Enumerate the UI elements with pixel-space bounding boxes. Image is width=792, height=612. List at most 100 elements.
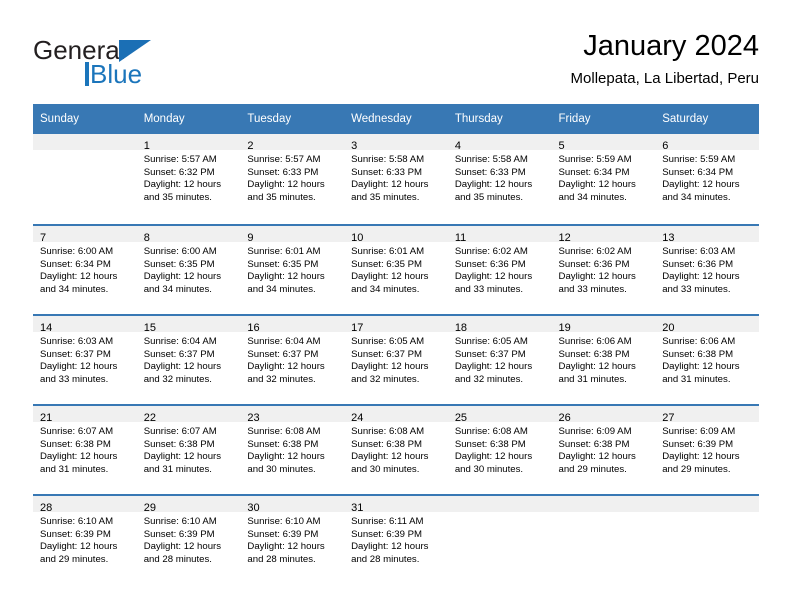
daylight-text-line2: and 34 minutes. bbox=[558, 191, 627, 203]
calendar-cell[interactable]: 23 Sunrise: 6:08 AM Sunset: 6:38 PM Dayligh… bbox=[240, 404, 345, 494]
calendar-cell[interactable]: 22 Sunrise: 6:07 AM Sunset: 6:38 PM Dayligh… bbox=[136, 404, 241, 494]
day-info: Sunrise: 6:10 AM Sunset: 6:39 PM Daylight:… bbox=[240, 512, 344, 566]
daylight-text-line1: Daylight: 12 hours bbox=[662, 451, 740, 463]
day-cell: 23 Sunrise: 6:08 AM Sunset: 6:38 PM Dayligh… bbox=[240, 404, 345, 494]
calendar-cell[interactable]: 15 Sunrise: 6:04 AM Sunset: 6:37 PM Dayligh… bbox=[136, 314, 241, 404]
calendar-cell[interactable]: 29 Sunrise: 6:10 AM Sunset: 6:39 PM Dayligh… bbox=[136, 494, 241, 584]
day-number-band: 23 bbox=[240, 406, 345, 424]
calendar-cell[interactable]: 17 Sunrise: 6:05 AM Sunset: 6:37 PM Dayligh… bbox=[344, 314, 448, 404]
sunrise-text: Sunrise: 6:09 AM bbox=[662, 426, 736, 437]
day-info: Sunrise: 6:00 AM Sunset: 6:34 PM Daylight:… bbox=[33, 242, 137, 296]
sunrise-text: Sunrise: 5:58 AM bbox=[351, 154, 425, 165]
weekday-header-wednesday: Wednesday bbox=[344, 104, 448, 134]
calendar-cell[interactable] bbox=[33, 134, 137, 224]
calendar-cell[interactable]: 21 Sunrise: 6:07 AM Sunset: 6:38 PM Dayligh… bbox=[33, 404, 137, 494]
sunset-text: Sunset: 6:38 PM bbox=[351, 438, 423, 450]
day-cell-empty bbox=[551, 494, 656, 584]
calendar-cell[interactable]: 1 Sunrise: 5:57 AM Sunset: 6:32 PM Daylight… bbox=[136, 134, 241, 224]
day-info: Sunrise: 6:02 AM Sunset: 6:36 PM Daylight:… bbox=[448, 242, 552, 296]
day-info: Sunrise: 6:03 AM Sunset: 6:37 PM Daylight:… bbox=[33, 332, 137, 386]
daylight-text-line1: Daylight: 12 hours bbox=[143, 271, 222, 283]
sunrise-text: Sunrise: 6:05 AM bbox=[454, 336, 528, 347]
day-number: 20 bbox=[662, 322, 675, 334]
day-number: 1 bbox=[143, 140, 150, 152]
daylight-text-line1: Daylight: 12 hours bbox=[662, 179, 740, 191]
day-cell: 1 Sunrise: 5:57 AM Sunset: 6:32 PM Daylight… bbox=[136, 134, 241, 224]
daylight-text-line1: Daylight: 12 hours bbox=[40, 451, 118, 463]
calendar-cell[interactable]: 12 Sunrise: 6:02 AM Sunset: 6:36 PM Dayligh… bbox=[551, 224, 656, 314]
daylight-text-line1: Daylight: 12 hours bbox=[40, 361, 118, 373]
calendar-cell[interactable] bbox=[447, 494, 552, 584]
day-cell: 5 Sunrise: 5:59 AM Sunset: 6:34 PM Daylight… bbox=[551, 134, 656, 224]
calendar-cell[interactable]: 8 Sunrise: 6:00 AM Sunset: 6:35 PM Daylight… bbox=[136, 224, 241, 314]
calendar-cell[interactable] bbox=[551, 494, 656, 584]
day-number-band: 13 bbox=[655, 226, 759, 244]
daylight-text-line1: Daylight: 12 hours bbox=[247, 541, 325, 553]
day-cell: 25 Sunrise: 6:08 AM Sunset: 6:38 PM Dayligh… bbox=[447, 404, 552, 494]
sunset-text: Sunset: 6:38 PM bbox=[143, 438, 215, 450]
sunrise-text: Sunrise: 5:59 AM bbox=[558, 154, 632, 165]
day-number-band: 4 bbox=[447, 134, 552, 152]
day-cell: 14 Sunrise: 6:03 AM Sunset: 6:37 PM Dayligh… bbox=[33, 314, 137, 404]
calendar-cell[interactable]: 3 Sunrise: 5:58 AM Sunset: 6:33 PM Daylight… bbox=[344, 134, 448, 224]
sunset-text: Sunset: 6:34 PM bbox=[662, 166, 734, 178]
day-cell: 18 Sunrise: 6:05 AM Sunset: 6:37 PM Dayligh… bbox=[447, 314, 552, 404]
calendar-cell[interactable]: 11 Sunrise: 6:02 AM Sunset: 6:36 PM Dayligh… bbox=[447, 224, 552, 314]
day-cell: 27 Sunrise: 6:09 AM Sunset: 6:39 PM Dayligh… bbox=[655, 404, 759, 494]
calendar-cell[interactable] bbox=[655, 494, 759, 584]
calendar-cell[interactable]: 31 Sunrise: 6:11 AM Sunset: 6:39 PM Dayligh… bbox=[344, 494, 448, 584]
calendar-cell[interactable]: 10 Sunrise: 6:01 AM Sunset: 6:35 PM Dayligh… bbox=[344, 224, 448, 314]
daylight-text-line1: Daylight: 12 hours bbox=[143, 451, 222, 463]
day-number-band: 6 bbox=[655, 134, 759, 152]
day-info: Sunrise: 5:59 AM Sunset: 6:34 PM Daylight:… bbox=[552, 150, 656, 204]
day-number-band: 22 bbox=[136, 406, 241, 424]
calendar-cell[interactable]: 7 Sunrise: 6:00 AM Sunset: 6:34 PM Daylight… bbox=[33, 224, 137, 314]
calendar-cell[interactable]: 27 Sunrise: 6:09 AM Sunset: 6:39 PM Dayligh… bbox=[655, 404, 759, 494]
day-number: 19 bbox=[558, 322, 571, 334]
calendar-cell[interactable]: 18 Sunrise: 6:05 AM Sunset: 6:37 PM Dayligh… bbox=[447, 314, 552, 404]
day-number: 2 bbox=[247, 140, 254, 152]
day-info: Sunrise: 5:58 AM Sunset: 6:33 PM Daylight:… bbox=[344, 150, 448, 204]
day-number-band: 24 bbox=[344, 406, 448, 424]
calendar-cell[interactable]: 26 Sunrise: 6:09 AM Sunset: 6:38 PM Dayligh… bbox=[551, 404, 656, 494]
calendar-cell[interactable]: 20 Sunrise: 6:06 AM Sunset: 6:38 PM Dayligh… bbox=[655, 314, 759, 404]
sunrise-text: Sunrise: 6:08 AM bbox=[247, 426, 321, 437]
sunset-text: Sunset: 6:37 PM bbox=[351, 348, 423, 360]
sunset-text: Sunset: 6:38 PM bbox=[662, 348, 734, 360]
calendar-cell[interactable]: 2 Sunrise: 5:57 AM Sunset: 6:33 PM Daylight… bbox=[240, 134, 345, 224]
day-number: 16 bbox=[247, 322, 260, 334]
calendar-cell[interactable]: 4 Sunrise: 5:58 AM Sunset: 6:33 PM Daylight… bbox=[447, 134, 552, 224]
sunset-text: Sunset: 6:38 PM bbox=[247, 438, 319, 450]
calendar-cell[interactable]: 13 Sunrise: 6:03 AM Sunset: 6:36 PM Dayligh… bbox=[655, 224, 759, 314]
daylight-text-line2: and 32 minutes. bbox=[351, 373, 420, 385]
sunset-text: Sunset: 6:35 PM bbox=[351, 258, 423, 270]
sunset-text: Sunset: 6:36 PM bbox=[662, 258, 734, 270]
day-number-band: 11 bbox=[447, 226, 552, 244]
daylight-text-line1: Daylight: 12 hours bbox=[247, 179, 325, 191]
calendar-cell[interactable]: 30 Sunrise: 6:10 AM Sunset: 6:39 PM Dayligh… bbox=[240, 494, 345, 584]
daylight-text-line1: Daylight: 12 hours bbox=[558, 179, 636, 191]
calendar-cell[interactable]: 5 Sunrise: 5:59 AM Sunset: 6:34 PM Daylight… bbox=[551, 134, 656, 224]
calendar-cell[interactable]: 9 Sunrise: 6:01 AM Sunset: 6:35 PM Daylight… bbox=[240, 224, 345, 314]
daylight-text-line2: and 33 minutes. bbox=[454, 283, 524, 295]
day-info: Sunrise: 6:08 AM Sunset: 6:38 PM Daylight:… bbox=[448, 422, 552, 476]
day-number: 11 bbox=[454, 232, 467, 244]
calendar-cell[interactable]: 16 Sunrise: 6:04 AM Sunset: 6:37 PM Dayligh… bbox=[240, 314, 345, 404]
sunrise-text: Sunrise: 5:57 AM bbox=[247, 154, 321, 165]
daylight-text-line2: and 34 minutes. bbox=[143, 283, 212, 295]
calendar-cell[interactable]: 28 Sunrise: 6:10 AM Sunset: 6:39 PM Dayligh… bbox=[33, 494, 137, 584]
sunrise-text: Sunrise: 6:02 AM bbox=[558, 246, 632, 257]
daylight-text-line1: Daylight: 12 hours bbox=[247, 451, 325, 463]
calendar-cell[interactable]: 25 Sunrise: 6:08 AM Sunset: 6:38 PM Dayligh… bbox=[447, 404, 552, 494]
daylight-text-line1: Daylight: 12 hours bbox=[351, 271, 429, 283]
sunset-text: Sunset: 6:34 PM bbox=[40, 258, 111, 270]
calendar-cell[interactable]: 14 Sunrise: 6:03 AM Sunset: 6:37 PM Dayligh… bbox=[33, 314, 137, 404]
daylight-text-line2: and 34 minutes. bbox=[662, 191, 731, 203]
calendar-cell[interactable]: 19 Sunrise: 6:06 AM Sunset: 6:38 PM Dayligh… bbox=[551, 314, 656, 404]
calendar-cell[interactable]: 6 Sunrise: 5:59 AM Sunset: 6:34 PM Daylight… bbox=[655, 134, 759, 224]
brand-logo[interactable]: General Blue bbox=[33, 36, 233, 92]
day-number: 6 bbox=[662, 140, 669, 152]
sunrise-text: Sunrise: 6:07 AM bbox=[40, 426, 114, 437]
calendar-cell[interactable]: 24 Sunrise: 6:08 AM Sunset: 6:38 PM Dayligh… bbox=[344, 404, 448, 494]
calendar-page: General Blue January 2024 Mollepata, La … bbox=[0, 0, 792, 612]
